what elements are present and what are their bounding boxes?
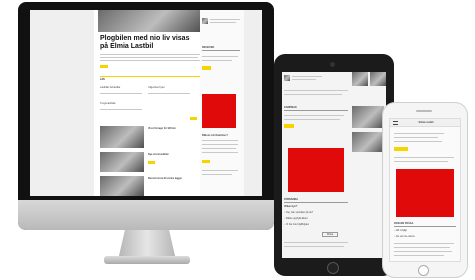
ad-banner[interactable] [396, 169, 454, 217]
read-more-tag[interactable] [394, 147, 408, 151]
teaser-text[interactable]: Vägverket byter [148, 86, 174, 89]
phone-page-title: Elmia Lastbil [418, 121, 434, 124]
read-more-tag[interactable] [100, 65, 108, 68]
article-headline[interactable]: Plogbilen med nio liv visas på Elmia Las… [100, 35, 210, 51]
monitor-chin [18, 200, 274, 230]
tablet-home-button[interactable] [327, 262, 339, 274]
phone-screen: Elmia Lastbil ROSADE FRÅGA ○ Allt möjlig… [389, 118, 461, 262]
tablet-screen: KAMPMAN FÖRNAMNA Vilken byn? ○ Nej, han … [282, 72, 386, 258]
article-thumbnail[interactable] [100, 152, 144, 172]
ad-banner[interactable] [202, 94, 236, 128]
article-thumbnail[interactable] [352, 106, 384, 128]
tablet-camera [330, 62, 335, 67]
teaser-text[interactable]: Nya stora lastbilar [148, 153, 188, 156]
article-thumbnail[interactable] [352, 72, 368, 86]
menu-icon[interactable] [393, 121, 398, 125]
teaser-text[interactable]: Visst förvagn för 900 km [148, 127, 188, 130]
section-heading: FÖRNAMNA [284, 198, 298, 201]
poll-heading: Bilkom och Radiohus? [202, 134, 228, 137]
teaser-text[interactable]: Tunga lastbilar [100, 102, 126, 105]
article-thumbnail[interactable] [352, 132, 384, 152]
sidebar-heading: RECEIVED [202, 46, 215, 49]
poll-option[interactable]: ○ De vet inte sämre [394, 235, 456, 238]
poll-heading: Vilken byn? [284, 205, 298, 208]
monitor-base [104, 256, 190, 264]
article-thumbnail[interactable] [100, 176, 144, 196]
teaser-text[interactable]: Burnett stora till vertex lagger [148, 177, 188, 180]
phone-home-button[interactable] [418, 265, 429, 276]
phone-speaker [416, 110, 432, 112]
read-more-label[interactable]: LÄS [100, 78, 130, 81]
vote-button[interactable]: Rösta [322, 232, 338, 237]
section-heading: ROSADE FRÅGA [394, 222, 414, 225]
poll-option[interactable]: ○ Vi har inte Fjällhöjden [284, 223, 348, 226]
teaser-text[interactable]: Lastbilar behandlar [100, 86, 126, 89]
article-thumbnail[interactable] [100, 126, 144, 148]
section-heading: KAMPMAN [284, 106, 297, 109]
desktop-screen: Plogbilen med nio liv visas på Elmia Las… [30, 10, 262, 196]
ad-banner[interactable] [288, 148, 344, 192]
hero-image[interactable] [98, 10, 202, 32]
article-thumbnail[interactable] [370, 72, 386, 86]
poll-option[interactable]: ○ Allt möjligt [394, 229, 456, 232]
read-more-tag[interactable] [284, 124, 294, 128]
poll-option[interactable]: ○ Nej, han sprödder på de? [284, 211, 348, 214]
poll-option[interactable]: ○ Bättre uppfylla Elder [284, 217, 348, 220]
